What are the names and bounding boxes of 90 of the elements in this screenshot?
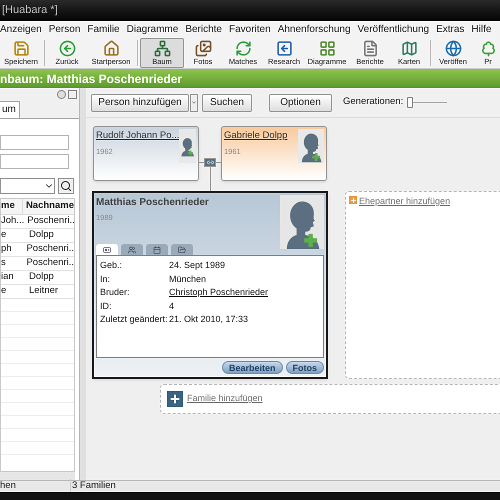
add-spouse-link[interactable]: Ehepartner hinzufügen xyxy=(359,195,450,208)
detail-tab[interactable] xyxy=(96,244,118,256)
add-person-button[interactable]: Person hinzufügen xyxy=(91,94,189,112)
detail-tab[interactable] xyxy=(146,244,168,256)
person-name-link[interactable]: Rudolf Johann Po... xyxy=(96,129,180,144)
slider-thumb[interactable] xyxy=(407,97,414,108)
table-cell-text: Dolpp xyxy=(28,228,54,242)
dropdown-button[interactable] xyxy=(190,94,198,112)
menu-item[interactable]: Anzeigen xyxy=(0,22,42,36)
detail-value: München xyxy=(169,272,206,286)
table-cell-text: ph xyxy=(1,242,13,256)
detail-label: ID: xyxy=(100,300,113,312)
table-cell-text: s xyxy=(1,256,7,270)
table-row[interactable]: Joh... Poschenri.. xyxy=(1,215,74,229)
table-cell-text: Leitner xyxy=(28,284,58,298)
marriage-icon[interactable] xyxy=(204,158,216,167)
person-name: Matthias Poschenrieder xyxy=(96,196,209,210)
menu-item[interactable]: Veröffentlichung xyxy=(358,22,430,36)
scrollbar[interactable] xyxy=(0,472,75,480)
person-link[interactable]: Christoph Poschenrieder xyxy=(169,286,268,300)
collapse-icon[interactable] xyxy=(68,90,77,99)
table-cell-text: e xyxy=(1,228,8,242)
column-header[interactable]: Nachname xyxy=(22,199,74,214)
detail-value: 24. Sept 1989 xyxy=(169,259,226,272)
generations-slider[interactable] xyxy=(407,96,448,108)
table-cell-text: Joh... xyxy=(1,214,24,228)
options-button[interactable]: Optionen xyxy=(269,94,332,112)
table-row[interactable]: ian Dolpp xyxy=(1,271,74,285)
detail-label: Bruder: xyxy=(100,286,131,299)
panel-tab[interactable]: um xyxy=(0,101,20,118)
add-family-link[interactable]: Familie hinzufügen xyxy=(187,392,263,406)
pin-icon[interactable] xyxy=(57,90,66,99)
tree-icon xyxy=(480,40,496,56)
detail-value: 21. Okt 2010, 17:33 xyxy=(169,313,248,326)
window-title: [Huabara *] xyxy=(1,3,58,18)
detail-tab[interactable] xyxy=(121,244,143,256)
house-icon xyxy=(102,40,120,56)
map-icon xyxy=(400,40,418,56)
calendar-icon xyxy=(153,246,161,254)
grid-icon xyxy=(318,40,336,56)
detail-label: Zuletzt geändert: xyxy=(100,313,169,326)
search-icon xyxy=(60,180,72,192)
table-cell-text: ian xyxy=(1,270,15,284)
detail-tab[interactable] xyxy=(171,244,193,256)
globe-icon xyxy=(444,40,462,56)
column-header[interactable]: me xyxy=(1,199,22,214)
photos-icon xyxy=(194,40,212,56)
search-button[interactable] xyxy=(58,178,74,194)
table-row[interactable]: e Dolpp xyxy=(1,229,74,243)
table-cell-text: Dolpp xyxy=(28,270,54,284)
refresh-icon xyxy=(234,40,252,56)
table-cell-text: Poschenri.. xyxy=(25,242,74,256)
plus-icon xyxy=(349,196,357,204)
status-text: hen xyxy=(0,479,17,494)
save-icon xyxy=(12,40,30,56)
folder-icon xyxy=(178,246,186,254)
card-button[interactable]: Fotos xyxy=(286,361,324,374)
menu-item[interactable]: Ahnenforschung xyxy=(278,22,351,36)
document-icon xyxy=(362,40,378,56)
table-cell-text: Poschenri.. xyxy=(25,256,74,270)
menu-item[interactable]: Favoriten xyxy=(229,22,271,36)
detail-value: 4 xyxy=(169,300,174,312)
menu-item[interactable]: Diagramme xyxy=(126,22,178,36)
detail-label: Geb.: xyxy=(100,259,124,272)
id-card-icon xyxy=(103,246,111,254)
people-icon xyxy=(128,246,136,254)
input-field[interactable] xyxy=(0,154,69,169)
card-button[interactable]: Bearbeiten xyxy=(222,361,282,374)
menu-item[interactable]: Berichte xyxy=(185,22,222,36)
detail-label: In: xyxy=(100,272,112,286)
silhouette-icon xyxy=(179,129,196,163)
table-row[interactable]: e Leitner xyxy=(1,285,74,299)
tree-icon xyxy=(154,40,170,56)
table-cell-text: Poschenri.. xyxy=(26,214,74,228)
header-title: nbaum: Matthias Poschenrieder xyxy=(0,70,182,88)
table-row[interactable]: s Poschenri.. xyxy=(1,257,74,271)
caret-icon xyxy=(191,99,197,106)
silhouette-icon xyxy=(280,195,324,249)
table-row[interactable]: ph Poschenri.. xyxy=(1,243,74,257)
menu-item[interactable]: Person xyxy=(48,22,80,36)
silhouette-icon xyxy=(298,129,324,163)
menu-item[interactable]: Familie xyxy=(87,22,120,36)
generations-label: Generationen: xyxy=(343,95,404,110)
person-name-link[interactable]: Gabriele Dolpp xyxy=(224,129,288,144)
menu-item[interactable]: Extras xyxy=(436,22,464,36)
search-button[interactable]: Suchen xyxy=(202,94,252,112)
plus-icon xyxy=(167,391,183,407)
menu-item[interactable]: Hilfe xyxy=(471,22,492,36)
input-field[interactable] xyxy=(0,135,69,150)
table-cell-text: e xyxy=(1,284,8,298)
